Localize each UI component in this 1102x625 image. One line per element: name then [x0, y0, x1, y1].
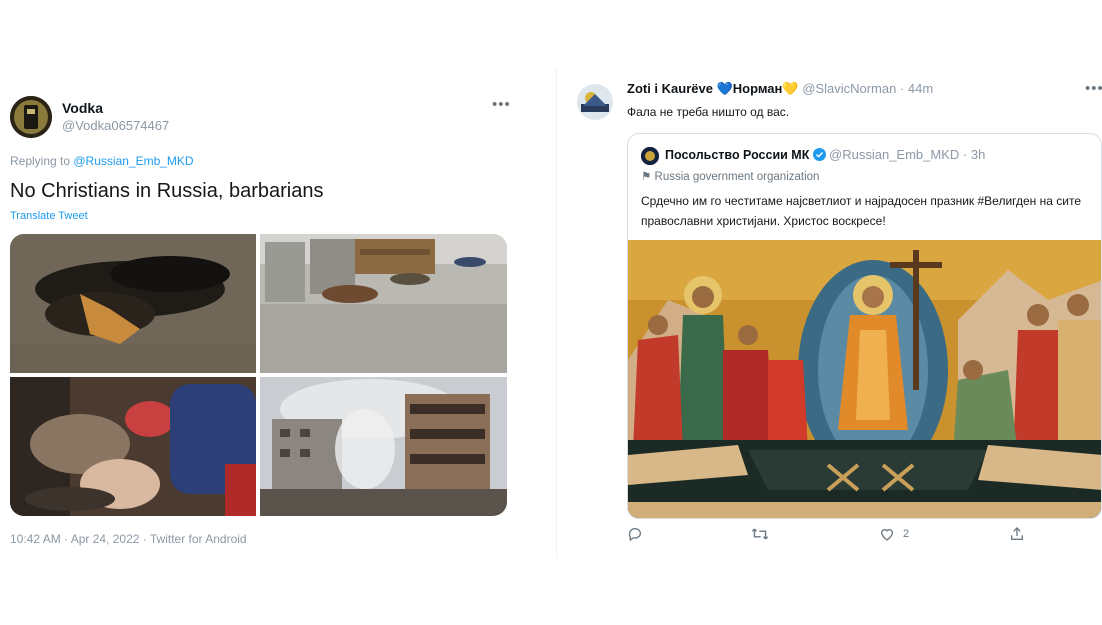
quoted-text: Срдечно им го честитаме најсветлиот и на…: [641, 194, 1082, 228]
tweet-timestamp[interactable]: 10:42 AM · Apr 24, 2022 · Twitter for An…: [10, 532, 247, 546]
replying-prefix: Replying to: [10, 154, 74, 168]
more-horizontal-icon[interactable]: •••: [492, 96, 511, 113]
flag-icon: ⚑: [641, 171, 652, 183]
retweet-icon[interactable]: [751, 526, 769, 542]
share-icon[interactable]: [1009, 526, 1025, 542]
like-icon[interactable]: [879, 526, 895, 542]
quoted-author-handle[interactable]: @Russian_Emb_MKD: [829, 147, 959, 162]
government-org-label: ⚑ Russia government organization: [641, 169, 819, 183]
replying-to: Replying to @Russian_Emb_MKD: [10, 154, 194, 168]
reply-icon[interactable]: [627, 526, 643, 542]
like-count: 2: [903, 528, 910, 540]
more-horizontal-icon[interactable]: •••: [1085, 80, 1102, 97]
quoted-time[interactable]: · 3h: [959, 147, 985, 162]
tweet-text: Фала не треба ништо од вас.: [627, 105, 790, 119]
avatar[interactable]: [577, 84, 613, 120]
quoted-author-line: Посольство России МК @Russian_Emb_MKD · …: [665, 147, 985, 164]
like-button[interactable]: 2: [879, 526, 909, 542]
author-name[interactable]: Zoti i Kaurëve 💙Норман💛: [627, 81, 799, 96]
photo-easter-icon[interactable]: [628, 240, 1101, 518]
author-handle[interactable]: @Vodka06574467: [62, 118, 169, 133]
avatar[interactable]: [10, 96, 52, 138]
verified-icon: [812, 148, 826, 164]
quote-tweet: Zoti i Kaurëve 💙Норман💛 @SlavicNorman · …: [556, 68, 1102, 558]
photo-bodies-on-street[interactable]: [260, 234, 507, 373]
replying-handle-link[interactable]: @Russian_Emb_MKD: [73, 154, 193, 168]
reply-tweet: Vodka @Vodka06574467 ••• Replying to @Ru…: [0, 78, 522, 558]
tweet-actions: 2: [627, 526, 1027, 550]
author-line: Zoti i Kaurëve 💙Норман💛 @SlavicNorman · …: [627, 81, 933, 97]
org-label: Russia government organization: [654, 171, 820, 183]
photo-burned-body[interactable]: [10, 234, 256, 373]
tweet-time[interactable]: · 44m: [896, 81, 933, 96]
media-grid: [10, 234, 507, 516]
author-name[interactable]: Vodka: [62, 100, 103, 116]
quoted-author-name[interactable]: Посольство России МК: [665, 148, 809, 162]
quoted-tweet[interactable]: Посольство России МК @Russian_Emb_MKD · …: [627, 133, 1102, 519]
quoted-avatar[interactable]: [641, 147, 659, 165]
translate-tweet-link[interactable]: Translate Tweet: [10, 210, 88, 222]
photo-bodies-indoors[interactable]: [10, 377, 256, 516]
author-handle[interactable]: @SlavicNorman: [802, 81, 896, 96]
photo-destroyed-building[interactable]: [260, 377, 507, 516]
tweet-text: No Christians in Russia, barbarians: [10, 180, 324, 202]
